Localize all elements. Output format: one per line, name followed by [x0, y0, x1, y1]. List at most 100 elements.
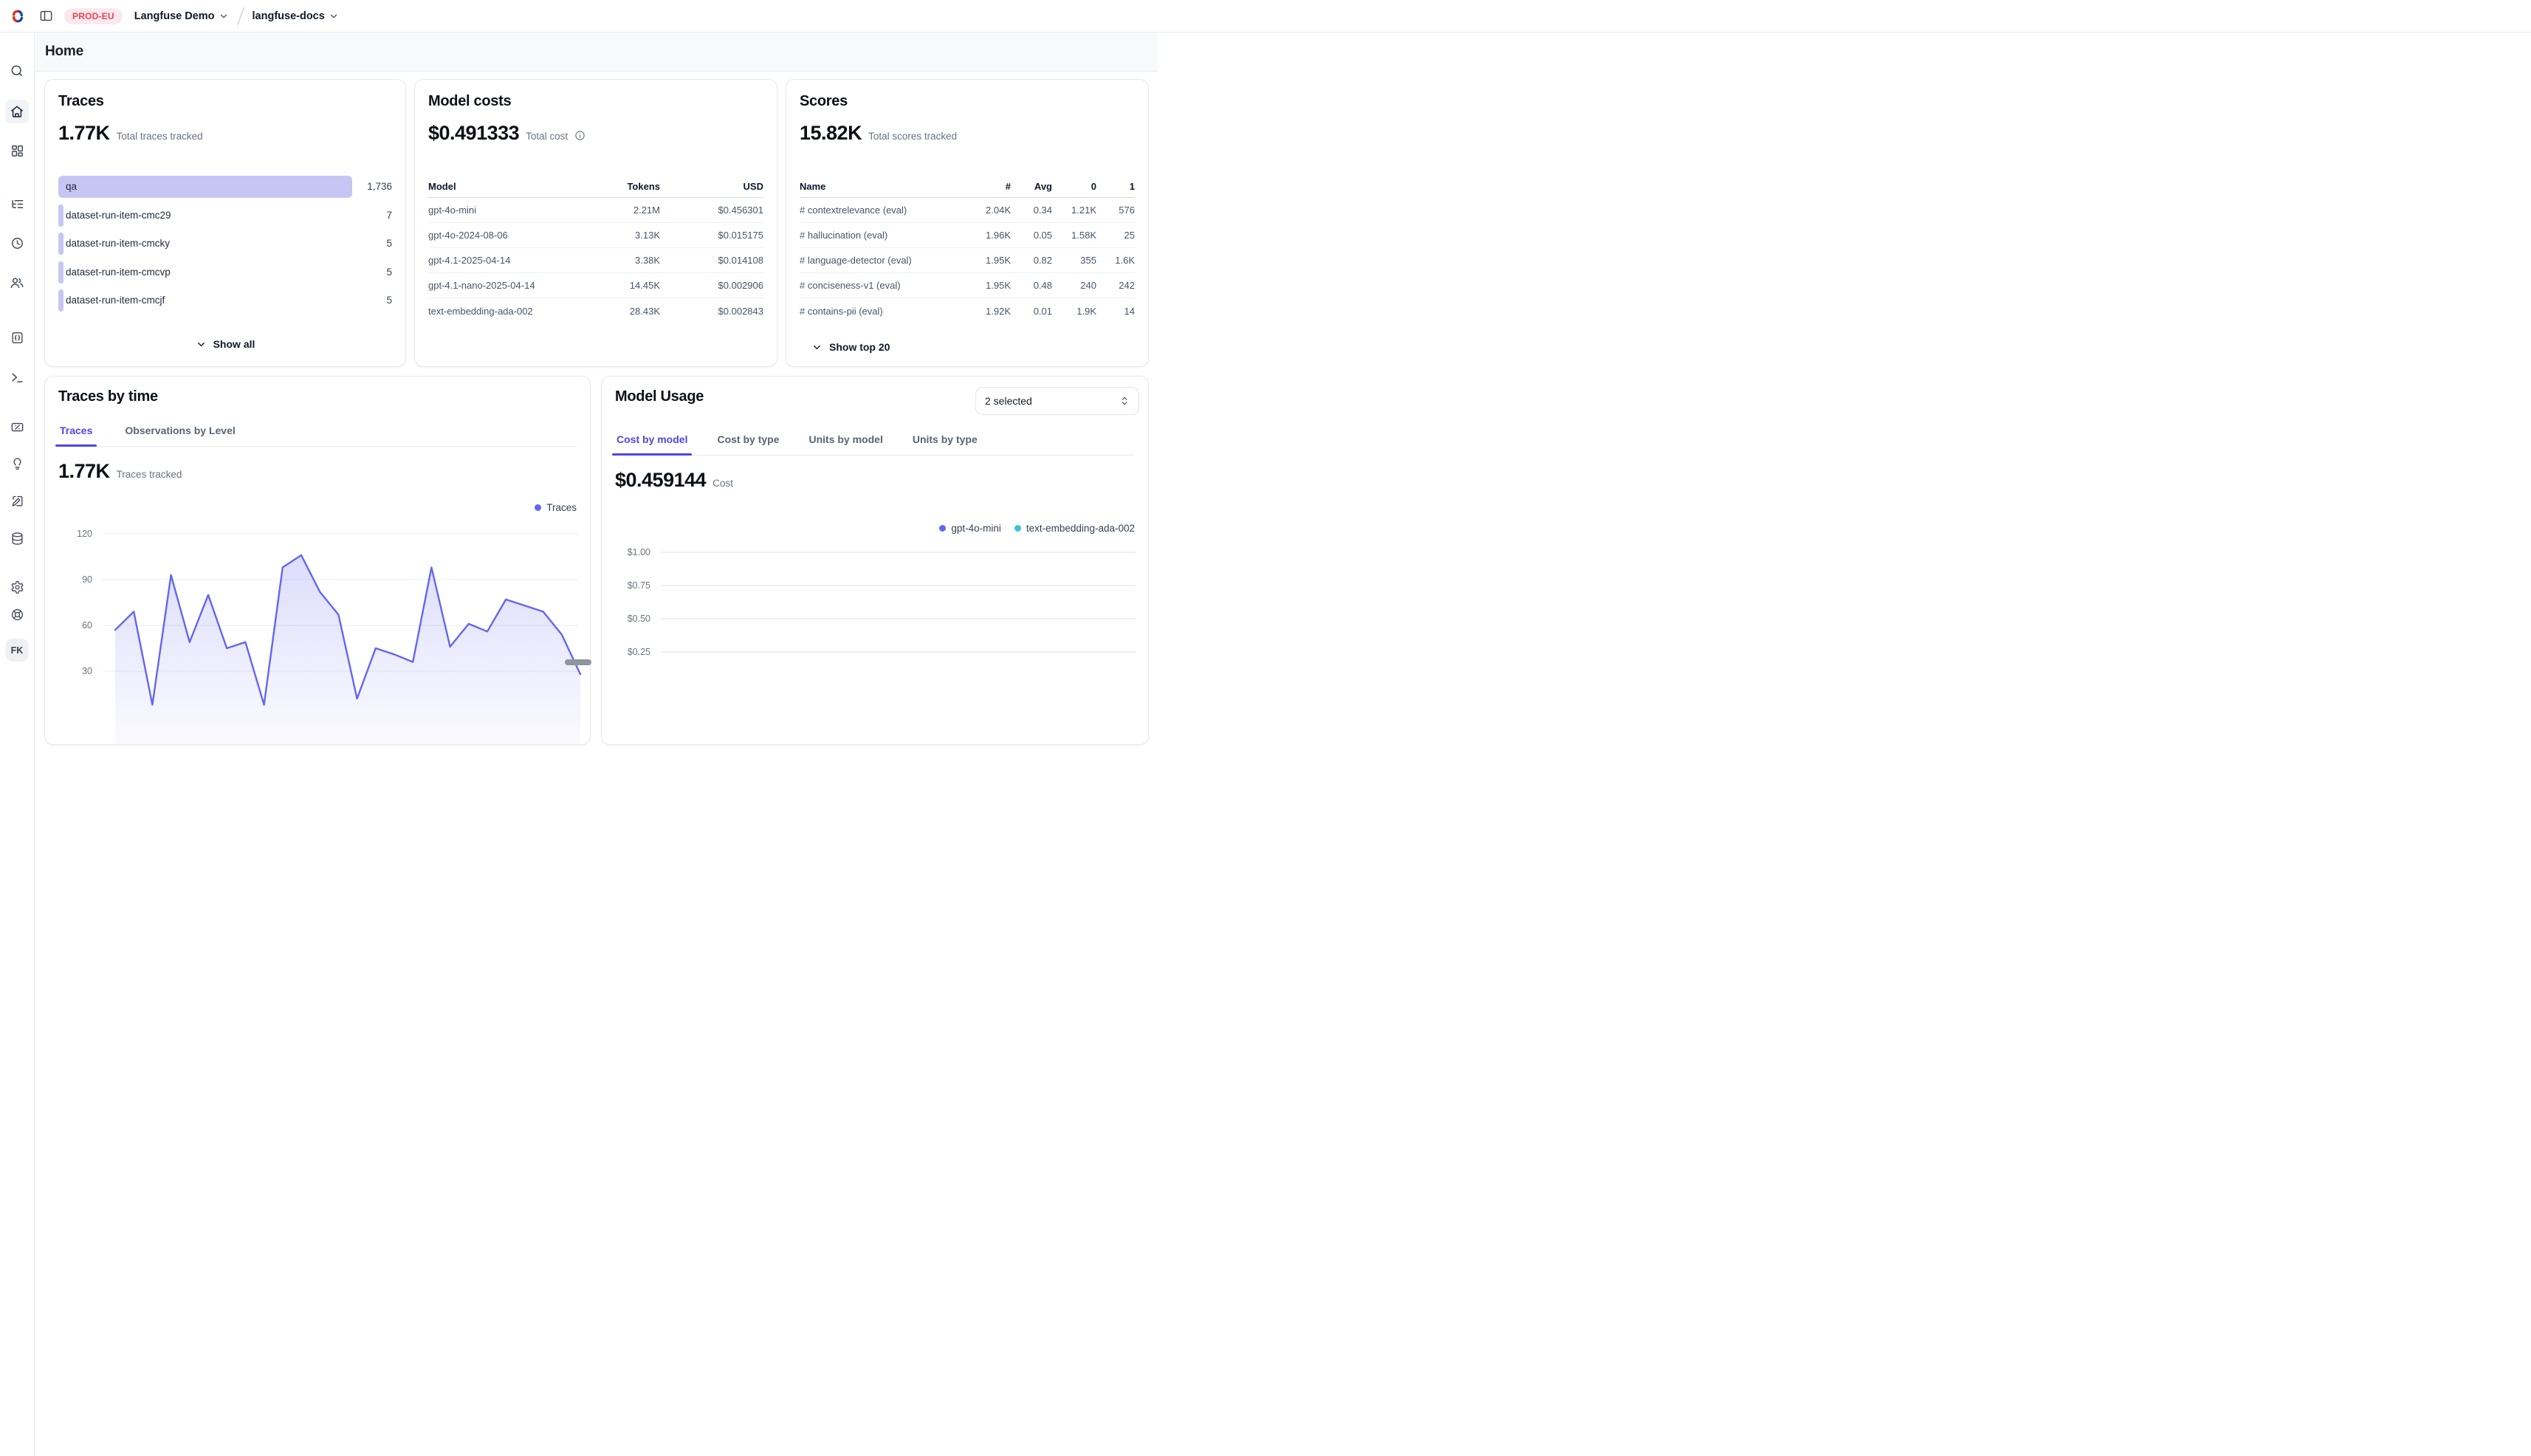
sidebar-item-support[interactable]	[5, 602, 29, 626]
panel-left-icon	[39, 9, 53, 23]
trace-bar-row[interactable]: dataset-run-item-cmc29 7	[58, 202, 392, 230]
model-usage-title: Model Usage	[615, 388, 704, 405]
topbar: PROD-EU Langfuse Demo langfuse-docs	[0, 0, 2531, 32]
svg-text:$0.75: $0.75	[628, 580, 650, 591]
lifebuoy-icon	[10, 608, 24, 622]
show-all-button[interactable]: Show all	[196, 338, 255, 350]
traces-by-time-title: Traces by time	[58, 388, 158, 405]
trace-name: dataset-run-item-cmc29	[66, 202, 171, 230]
trace-bar	[58, 176, 352, 198]
sidebar-item-datasets[interactable]	[5, 526, 29, 550]
info-icon[interactable]	[574, 130, 585, 141]
tab-cost-by-type[interactable]: Cost by type	[715, 427, 780, 455]
sidebar-item-users[interactable]	[5, 271, 29, 295]
gear-icon	[10, 580, 24, 594]
trace-count: 7	[386, 202, 392, 230]
show-top-20-button[interactable]: Show top 20	[811, 341, 890, 353]
table-row: # contextrelevance (eval) 2.04K 0.34 1.2…	[800, 198, 1135, 223]
table-row: # contains-pii (eval) 1.92K 0.01 1.9K 14	[800, 298, 1135, 323]
sidebar-item-tracing[interactable]	[5, 192, 29, 216]
traces-tracked-label: Traces tracked	[117, 469, 182, 480]
table-row: # language-detector (eval) 1.95K 0.82 35…	[800, 248, 1135, 273]
trace-bar-row[interactable]: qa 1,736	[58, 173, 392, 202]
legend-dot	[939, 525, 946, 532]
tab-cost-by-model[interactable]: Cost by model	[615, 427, 689, 455]
svg-text:120: 120	[77, 529, 92, 539]
environment-badge: PROD-EU	[64, 8, 123, 24]
trace-name: qa	[66, 173, 77, 202]
usage-cost-label: Cost	[712, 478, 733, 489]
model-costs-table: Model Tokens USD gpt-4o-mini 2.21M $0.45…	[428, 176, 763, 323]
chevrons-up-down-icon	[1119, 396, 1130, 406]
table-row: gpt-4.1-2025-04-14 3.38K $0.014108	[428, 248, 763, 273]
traces-bar-list: qa 1,736 dataset-run-item-cmc29 7 datase…	[58, 173, 392, 315]
svg-text:60: 60	[82, 620, 92, 631]
horizontal-scrollbar-thumb[interactable]	[565, 659, 591, 665]
table-header-row: Model Tokens USD	[428, 176, 763, 198]
trace-count: 5	[386, 258, 392, 287]
trace-name: dataset-run-item-cmcvp	[66, 258, 171, 287]
total-cost-label: Total cost	[526, 131, 568, 142]
legend-item-gpt-4o-mini[interactable]: gpt-4o-mini	[939, 523, 1001, 534]
legend-item-traces[interactable]: Traces	[535, 502, 577, 513]
svg-text:30: 30	[82, 666, 92, 676]
clock-icon	[10, 236, 24, 250]
lightbulb-icon	[10, 457, 24, 471]
project-switcher[interactable]: langfuse-docs	[253, 10, 339, 22]
total-cost-metric: $0.491333	[428, 122, 519, 145]
model-usage-tabs: Cost by model Cost by type Units by mode…	[615, 427, 1135, 456]
dashboard-content: Traces 1.77K Total traces tracked qa 1,7…	[35, 72, 1158, 666]
total-scores-metric: 15.82K	[800, 122, 862, 145]
project-name: langfuse-docs	[253, 10, 325, 22]
main-area: Home Traces 1.77K Total traces tracked q…	[35, 32, 1158, 666]
sidebar-item-sessions[interactable]	[5, 231, 29, 255]
database-icon	[10, 532, 24, 546]
sidebar-toggle-button[interactable]	[35, 5, 57, 27]
model-selector-value: 2 selected	[985, 395, 1032, 407]
sidebar-item-home[interactable]	[5, 100, 29, 123]
sidebar-item-settings[interactable]	[5, 575, 29, 599]
model-costs-card: Model costs $0.491333 Total cost Model T…	[414, 79, 777, 367]
trace-name: dataset-run-item-cmcky	[66, 230, 170, 258]
tab-observations-by-level[interactable]: Observations by Level	[123, 418, 236, 446]
tab-units-by-model[interactable]: Units by model	[807, 427, 884, 455]
trace-bar-row[interactable]: dataset-run-item-cmcky 5	[58, 230, 392, 258]
page-title: Home	[45, 44, 83, 60]
model-selector[interactable]: 2 selected	[975, 387, 1139, 415]
trace-count: 1,736	[367, 173, 392, 202]
sidebar-item-evaluation[interactable]	[5, 415, 29, 439]
table-row: # conciseness-v1 (eval) 1.95K 0.48 240 2…	[800, 273, 1135, 298]
sidebar-item-annotation[interactable]	[5, 489, 29, 512]
chevron-down-icon	[219, 11, 229, 21]
sidebar-item-dashboards[interactable]	[5, 139, 29, 162]
chart-legend: Traces	[535, 502, 577, 513]
tab-traces[interactable]: Traces	[58, 418, 94, 446]
table-row: # hallucination (eval) 1.96K 0.05 1.58K …	[800, 223, 1135, 248]
user-avatar[interactable]: FK	[6, 639, 29, 662]
sidebar-item-prompts[interactable]	[5, 326, 29, 349]
scores-title: Scores	[800, 93, 1135, 110]
scores-table: Name # Avg 0 1 # contextrelevance (eval)…	[800, 176, 1135, 323]
sidebar-item-search[interactable]	[5, 59, 29, 83]
chevron-down-icon	[329, 11, 339, 21]
trace-bar-row[interactable]: dataset-run-item-cmcjf 5	[58, 286, 392, 315]
sidebar-item-ideas[interactable]	[5, 452, 29, 475]
traces-card: Traces 1.77K Total traces tracked qa 1,7…	[44, 79, 406, 367]
traces-total-metric: 1.77K	[58, 122, 110, 145]
model-costs-title: Model costs	[428, 93, 763, 110]
legend-item-text-embedding-ada-002[interactable]: text-embedding-ada-002	[1014, 523, 1135, 534]
scores-card: Scores 15.82K Total scores tracked Name …	[786, 79, 1149, 367]
usage-cost-metric: $0.459144	[615, 469, 706, 492]
table-row: text-embedding-ada-002 28.43K $0.002843	[428, 298, 763, 323]
traces-tracked-metric: 1.77K	[58, 460, 110, 483]
clipboard-pen-icon	[10, 494, 24, 508]
organization-switcher[interactable]: Langfuse Demo	[134, 10, 229, 22]
sidebar-item-playground[interactable]	[5, 365, 29, 389]
chevron-down-icon	[811, 342, 823, 353]
trace-bar-row[interactable]: dataset-run-item-cmcvp 5	[58, 258, 392, 287]
tab-units-by-type[interactable]: Units by type	[911, 427, 979, 455]
table-row: gpt-4o-2024-08-06 3.13K $0.015175	[428, 223, 763, 248]
traces-by-time-tabs: Traces Observations by Level	[58, 418, 577, 447]
table-row: gpt-4o-mini 2.21M $0.456301	[428, 198, 763, 223]
legend-dot	[535, 504, 541, 511]
